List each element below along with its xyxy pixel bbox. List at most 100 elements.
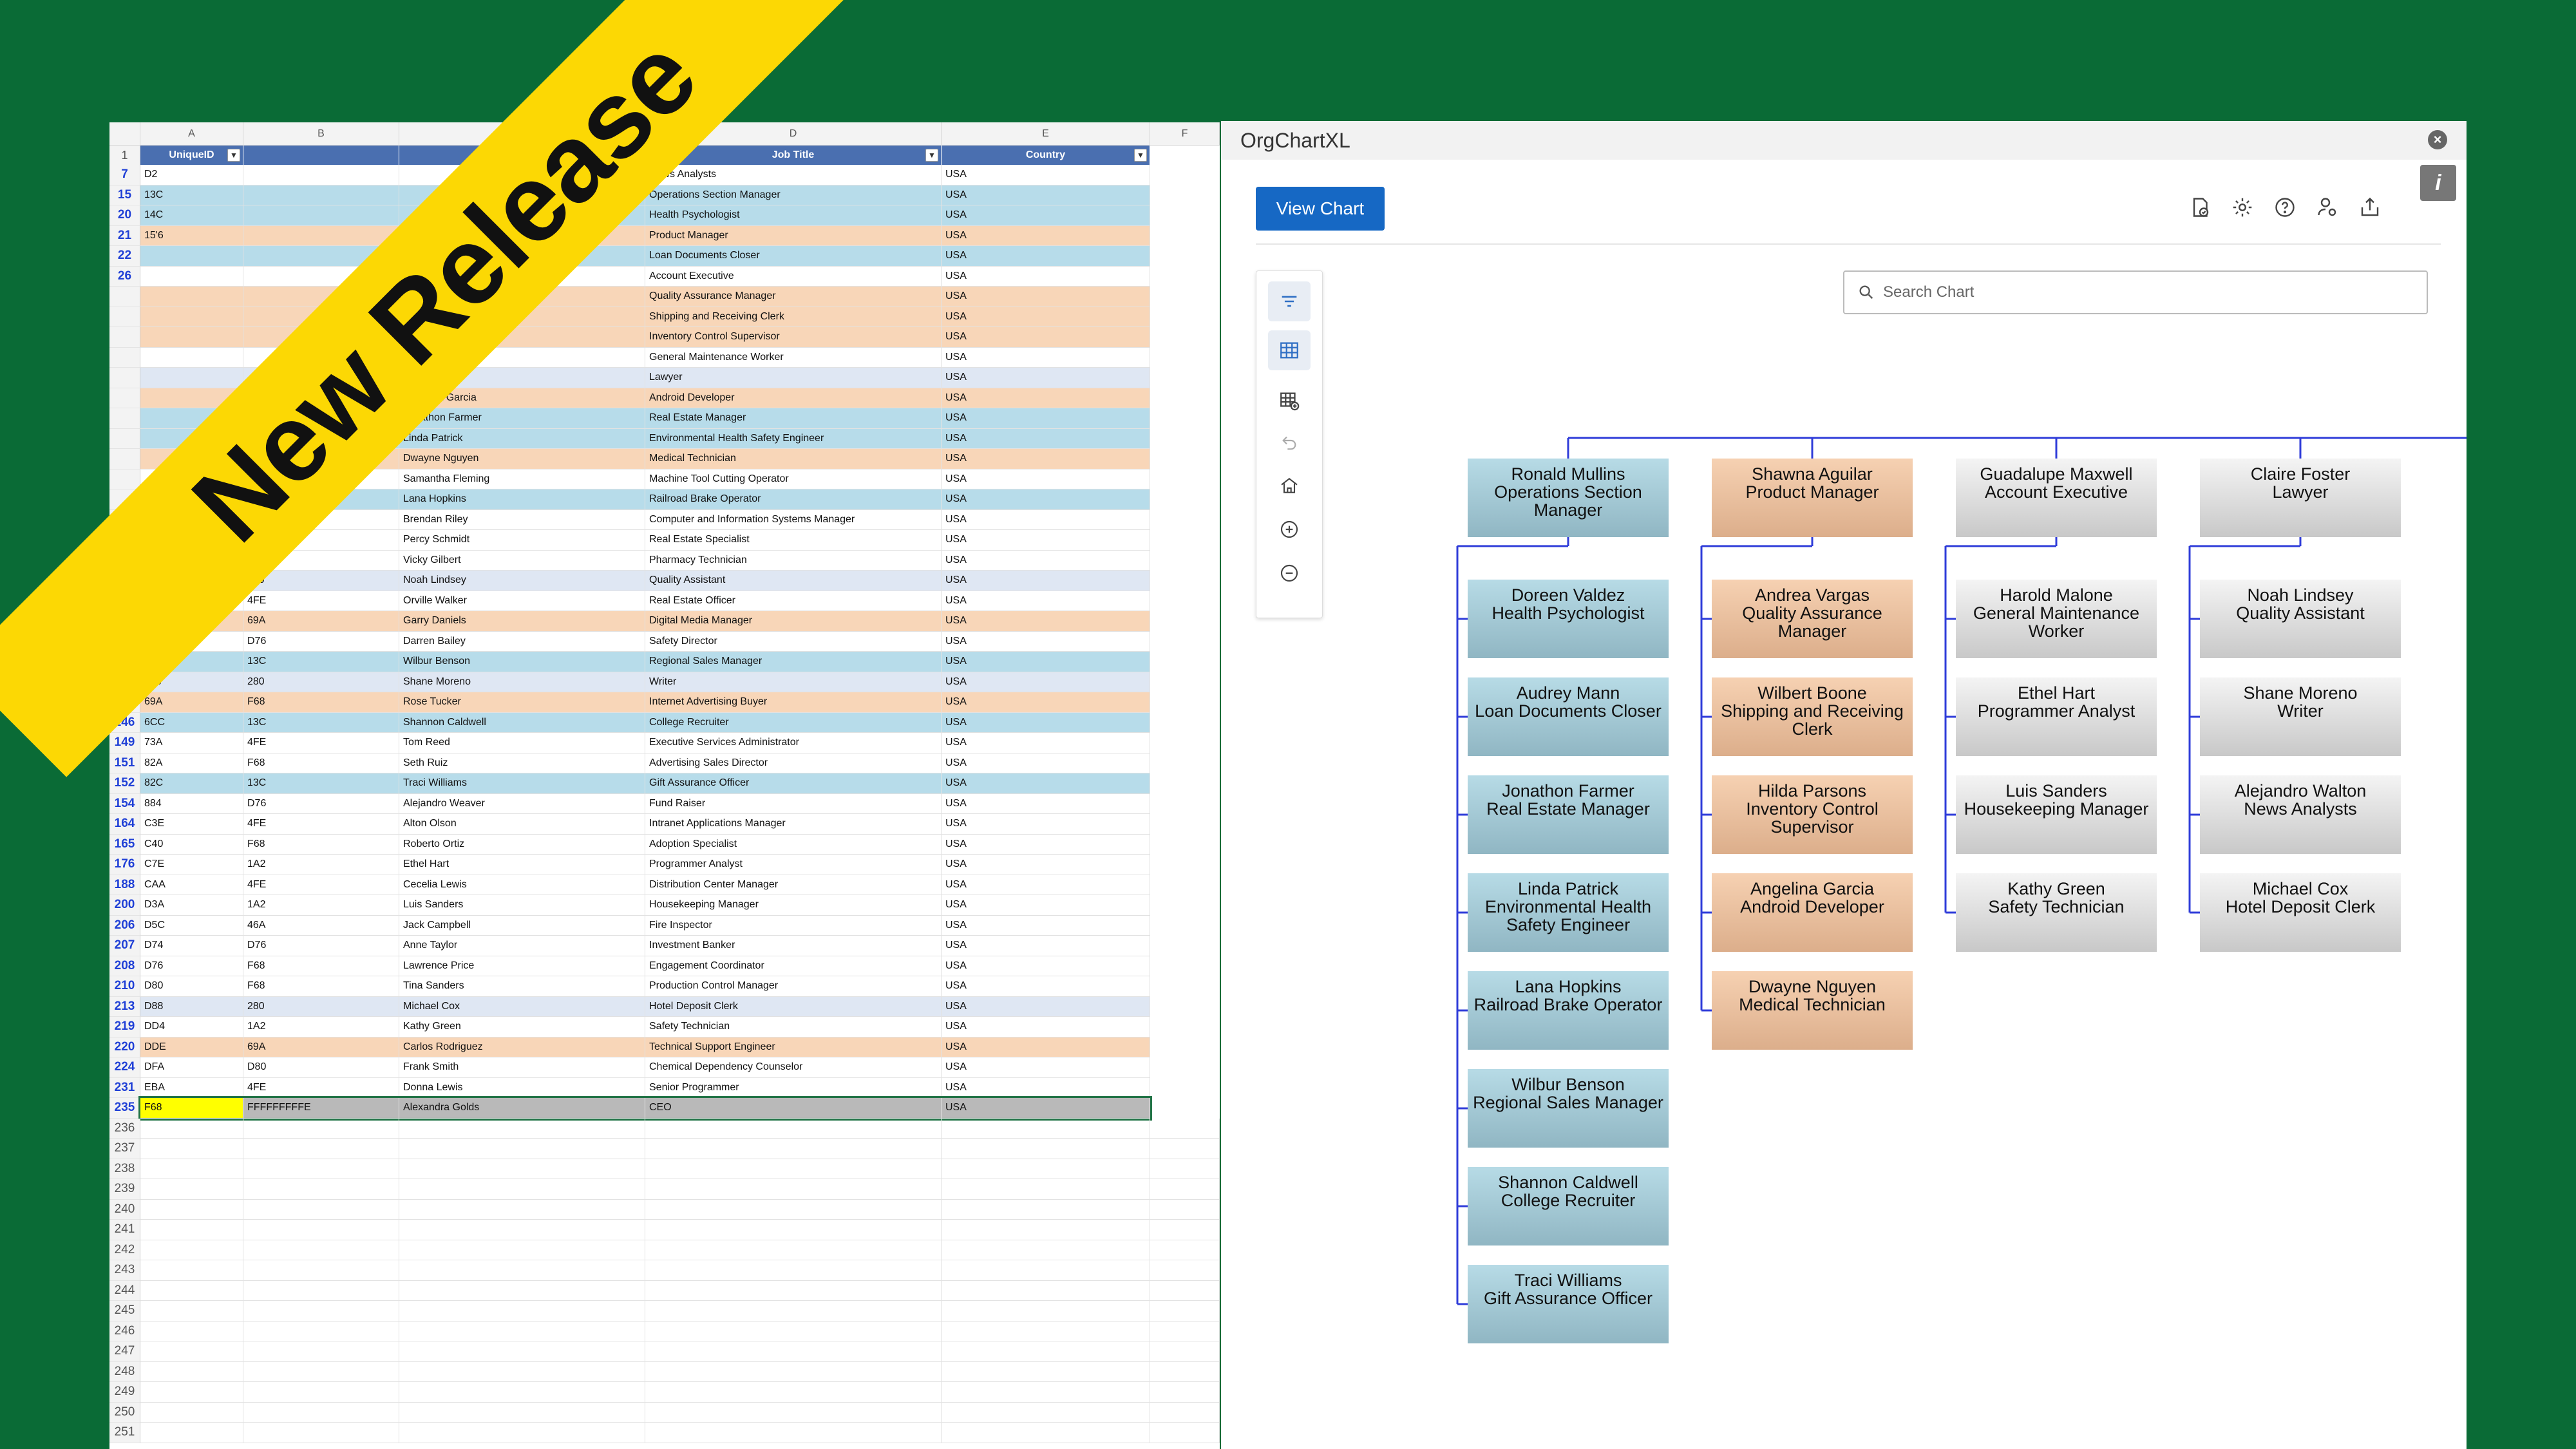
empty-cell[interactable]: [942, 1139, 1150, 1159]
empty-cell[interactable]: [140, 1220, 243, 1240]
cell-a[interactable]: D5C: [140, 915, 243, 935]
empty-cell[interactable]: [942, 1423, 1150, 1443]
cell-c[interactable]: Kathy Green: [399, 1017, 645, 1037]
cell-b[interactable]: F68: [243, 753, 399, 773]
row-header[interactable]: 242: [109, 1240, 140, 1260]
cell-e[interactable]: USA: [942, 165, 1150, 185]
cell-a[interactable]: D80: [140, 976, 243, 996]
empty-cell[interactable]: [140, 1280, 243, 1300]
cell-a[interactable]: D74: [140, 936, 243, 956]
cell-e[interactable]: USA: [942, 875, 1150, 895]
row-header[interactable]: 22: [109, 246, 140, 267]
org-node-report[interactable]: Angelina Garcia Android Developer: [1712, 873, 1913, 952]
cell-e[interactable]: USA: [942, 287, 1150, 307]
cell-c[interactable]: Linda Patrick: [399, 428, 645, 448]
cell-c[interactable]: Orville Walker: [399, 591, 645, 611]
cell-e[interactable]: USA: [942, 996, 1150, 1016]
cell-e[interactable]: USA: [942, 591, 1150, 611]
cell-e[interactable]: USA: [942, 509, 1150, 529]
row-header[interactable]: 151: [109, 753, 140, 773]
empty-cell[interactable]: [1150, 1402, 1220, 1422]
empty-cell[interactable]: [942, 1341, 1150, 1361]
cell-e[interactable]: USA: [942, 855, 1150, 875]
row-header[interactable]: 236: [109, 1118, 140, 1139]
cell-b[interactable]: F68: [243, 692, 399, 712]
org-node-report[interactable]: Shannon Caldwell College Recruiter: [1468, 1167, 1669, 1245]
empty-row[interactable]: [140, 1301, 1220, 1321]
table-row[interactable]: D5C 46A Jack Campbell Fire Inspector USA: [140, 915, 1150, 936]
empty-cell[interactable]: [1150, 1301, 1220, 1321]
empty-cell[interactable]: [140, 1240, 243, 1260]
cell-d[interactable]: Railroad Brake Operator: [645, 489, 942, 509]
empty-cell[interactable]: [243, 1199, 399, 1219]
zoom-out-icon[interactable]: [1268, 553, 1311, 593]
table-row[interactable]: 698280Shane MorenoWriterUSA: [140, 672, 1150, 692]
row-header[interactable]: 213: [109, 996, 140, 1017]
row-header[interactable]: 231: [109, 1077, 140, 1098]
table-grid-icon[interactable]: [1268, 330, 1311, 370]
cell-e[interactable]: USA: [942, 571, 1150, 591]
cell-a[interactable]: [140, 307, 243, 327]
empty-row[interactable]: [140, 1118, 1220, 1139]
org-node-manager[interactable]: Ronald Mullins Operations Section Manager: [1468, 459, 1669, 537]
empty-cell[interactable]: [243, 1402, 399, 1422]
cell-b[interactable]: 280: [243, 672, 399, 692]
share-icon[interactable]: [2356, 193, 2384, 222]
cell-e[interactable]: USA: [942, 408, 1150, 428]
cell-e[interactable]: USA: [942, 1057, 1150, 1077]
cell-d[interactable]: General Maintenance Worker: [645, 347, 942, 367]
empty-cell[interactable]: [942, 1321, 1150, 1341]
cell-d[interactable]: Safety Director: [645, 631, 942, 651]
row-header[interactable]: 20: [109, 205, 140, 226]
cell-a[interactable]: D88: [140, 996, 243, 1016]
empty-cell[interactable]: [243, 1139, 399, 1159]
empty-row[interactable]: [140, 1361, 1220, 1382]
row-header[interactable]: 235: [109, 1098, 140, 1119]
cell-c[interactable]: Shane Moreno: [399, 672, 645, 692]
cell-e[interactable]: USA: [942, 550, 1150, 570]
cell-a[interactable]: DDE: [140, 1037, 243, 1057]
empty-cell[interactable]: [645, 1199, 942, 1219]
cell-b[interactable]: 69A: [243, 611, 399, 631]
empty-row[interactable]: [140, 1240, 1220, 1260]
cell-e[interactable]: USA: [942, 489, 1150, 509]
cell-c[interactable]: Traci Williams: [399, 773, 645, 793]
row-header[interactable]: 250: [109, 1402, 140, 1423]
empty-cell[interactable]: [243, 1240, 399, 1260]
cell-d[interactable]: Account Executive: [645, 266, 942, 286]
empty-cell[interactable]: [645, 1341, 942, 1361]
cell-d[interactable]: Lawyer: [645, 368, 942, 388]
cell-c[interactable]: Donna Lewis: [399, 1077, 645, 1097]
row-header[interactable]: 26: [109, 266, 140, 287]
cell-d[interactable]: Android Developer: [645, 388, 942, 408]
empty-cell[interactable]: [243, 1301, 399, 1321]
cell-d[interactable]: Environmental Health Safety Engineer: [645, 428, 942, 448]
cell-e[interactable]: USA: [942, 1098, 1150, 1118]
row-header[interactable]: 219: [109, 1017, 140, 1037]
cell-b[interactable]: 13C: [243, 712, 399, 732]
cell-e[interactable]: USA: [942, 469, 1150, 489]
table-row[interactable]: 69A F68 Rose Tucker Internet Advertising Bu…: [140, 692, 1150, 713]
empty-row[interactable]: [140, 1280, 1220, 1301]
table-row[interactable]: 82A F68 Seth Ruiz Advertising Sales Directo…: [140, 753, 1150, 773]
empty-cell[interactable]: [942, 1260, 1150, 1280]
org-node-report[interactable]: Ethel Hart Programmer Analyst: [1956, 677, 2157, 756]
empty-cell[interactable]: [399, 1321, 645, 1341]
cell-d[interactable]: Real Estate Manager: [645, 408, 942, 428]
cell-c[interactable]: Noah Lindsey: [399, 571, 645, 591]
cell-e[interactable]: USA: [942, 449, 1150, 469]
cell-b[interactable]: [243, 225, 399, 245]
row-header[interactable]: [109, 368, 140, 388]
table-row[interactable]: C40 F68 Roberto Ortiz Adoption Specialist US…: [140, 834, 1150, 855]
cell-c[interactable]: Seth Ruiz: [399, 753, 645, 773]
cell-e[interactable]: USA: [942, 1037, 1150, 1057]
cell-e[interactable]: USA: [942, 753, 1150, 773]
empty-cell[interactable]: [399, 1280, 645, 1300]
cell-c[interactable]: Roberto Ortiz: [399, 834, 645, 854]
empty-cell[interactable]: [243, 1220, 399, 1240]
empty-cell[interactable]: [1150, 1179, 1220, 1199]
empty-row[interactable]: [140, 1382, 1220, 1403]
cell-d[interactable]: Product Manager: [645, 225, 942, 245]
table-row[interactable]: F68 FFFFFFFFFE Alexandra Golds CEO USA: [138, 1096, 1152, 1121]
empty-cell[interactable]: [243, 1382, 399, 1402]
